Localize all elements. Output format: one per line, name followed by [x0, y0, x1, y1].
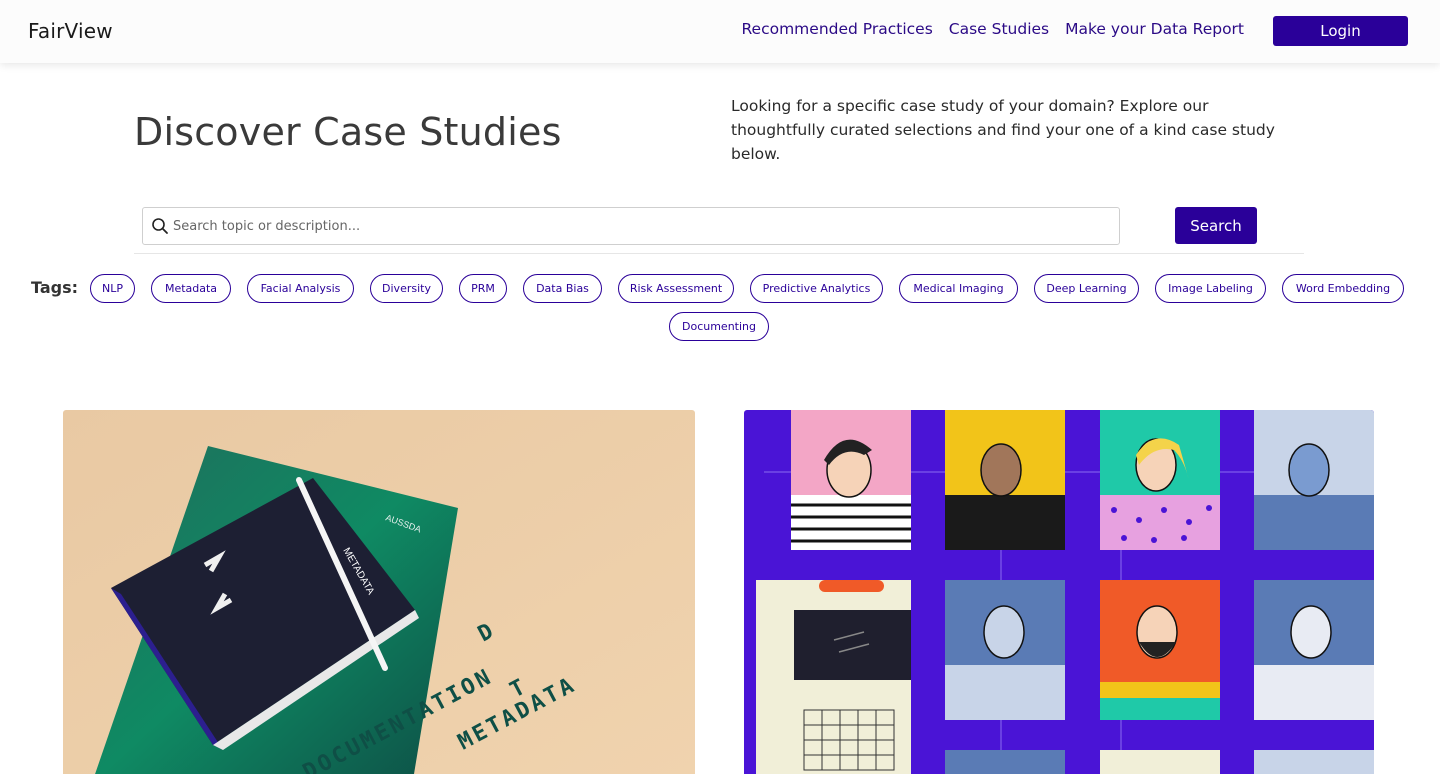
metadata-photo: AUSSDA METADATA DOCUMENTATION METADATA D… [63, 410, 695, 774]
diversity-illustration [744, 410, 1374, 774]
nav-link-data-report[interactable]: Make your Data Report [1065, 20, 1244, 38]
tag-risk-assessment[interactable]: Risk Assessment [618, 274, 734, 303]
top-navbar: FairView Recommended Practices Case Stud… [0, 0, 1440, 63]
hero-description: Looking for a specific case study of you… [731, 97, 1275, 163]
tag-word-embedding[interactable]: Word Embedding [1282, 274, 1404, 303]
search-icon [152, 218, 168, 234]
tag-predictive-analytics[interactable]: Predictive Analytics [750, 274, 883, 303]
tag-medical-imaging[interactable]: Medical Imaging [899, 274, 1018, 303]
search-input[interactable] [173, 208, 1113, 244]
page-title: Discover Case Studies [134, 110, 562, 154]
tags-label: Tags: [31, 278, 79, 297]
tag-facial-analysis[interactable]: Facial Analysis [247, 274, 354, 303]
nav-links: Recommended Practices Case Studies Make … [741, 20, 1244, 38]
case-study-card-metadata[interactable]: AUSSDA METADATA DOCUMENTATION METADATA D… [63, 410, 695, 774]
case-study-card-diversity[interactable] [744, 410, 1374, 774]
brand-logo[interactable]: FairView [28, 19, 113, 43]
search-button[interactable]: Search [1175, 207, 1257, 244]
tag-metadata[interactable]: Metadata [151, 274, 231, 303]
nav-link-case-studies[interactable]: Case Studies [949, 20, 1049, 38]
search-box [142, 207, 1120, 245]
tag-documenting[interactable]: Documenting [669, 312, 769, 341]
tag-nlp[interactable]: NLP [90, 274, 135, 303]
tag-image-labeling[interactable]: Image Labeling [1155, 274, 1266, 303]
divider [134, 253, 1304, 254]
tag-diversity[interactable]: Diversity [370, 274, 443, 303]
tag-deep-learning[interactable]: Deep Learning [1034, 274, 1139, 303]
login-button[interactable]: Login [1273, 16, 1408, 46]
nav-link-recommended-practices[interactable]: Recommended Practices [741, 20, 932, 38]
tag-data-bias[interactable]: Data Bias [523, 274, 602, 303]
tag-prm[interactable]: PRM [459, 274, 507, 303]
